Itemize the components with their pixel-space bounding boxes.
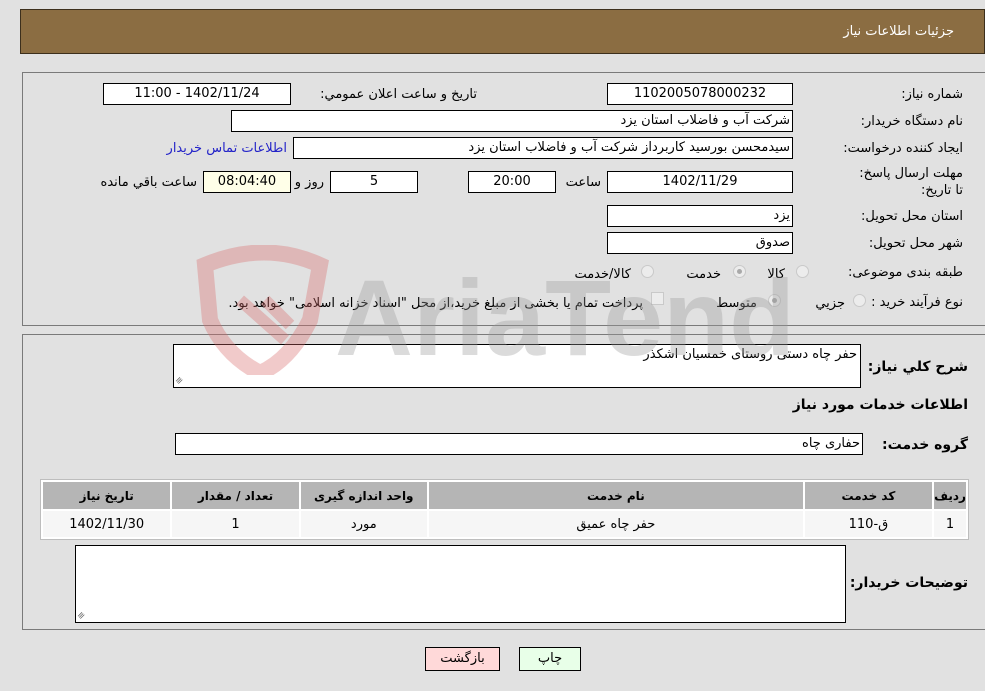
cell-need-date: 1402/11/30 <box>43 511 171 537</box>
delivery-province-label: استان محل تحویل: <box>861 209 963 224</box>
treasury-checkbox[interactable] <box>651 292 664 305</box>
category-radio-service[interactable] <box>733 265 746 278</box>
remaining-time-label: ساعت باقي مانده <box>100 175 197 190</box>
deadline-date-field: 1402/11/29 <box>607 171 793 193</box>
need-number-field: 1102005078000232 <box>607 83 793 105</box>
category-option-service: خدمت <box>686 267 721 282</box>
services-section-title: اطلاعات خدمات مورد نیاز <box>792 397 968 413</box>
summary-text: حفر چاه دستی روستای خمسیان اشکذر <box>643 347 857 362</box>
days-label: روز و <box>294 175 324 190</box>
purchase-type-radio-medium[interactable] <box>768 294 781 307</box>
page-title: جزئیات اطلاعات نیاز <box>843 24 954 39</box>
cell-service-name: حفر چاه عمیق <box>428 511 803 537</box>
service-group-field: حفاری چاه <box>175 433 863 455</box>
summary-textarea[interactable]: حفر چاه دستی روستای خمسیان اشکذر ≡ <box>173 344 861 388</box>
services-panel: شرح کلي نیاز: حفر چاه دستی روستای خمسیان… <box>22 334 985 630</box>
summary-label: شرح کلي نیاز: <box>867 359 968 375</box>
col-row-number: ردیف <box>934 482 966 509</box>
buyer-org-field: شرکت آب و فاضلاب استان یزد <box>231 110 793 132</box>
service-group-label: گروه خدمت: <box>882 437 968 453</box>
resize-grip-icon[interactable]: ≡ <box>174 375 186 387</box>
category-label: طبقه بندی موضوعی: <box>847 265 963 280</box>
col-service-code: کد خدمت <box>804 482 933 509</box>
buyer-notes-textarea[interactable]: ≡ <box>75 545 846 623</box>
col-need-date: تاریخ نیاز <box>43 482 171 509</box>
resize-grip-icon[interactable]: ≡ <box>76 610 88 622</box>
deadline-label: مهلت ارسال پاسخ: تا تاریخ: <box>859 166 963 198</box>
details-panel: شماره نیاز: 1102005078000232 تاریخ و ساع… <box>22 72 985 326</box>
category-option-goods-service: کالا/خدمت <box>574 267 631 282</box>
back-button[interactable]: بازگشت <box>425 647 500 671</box>
treasury-note: پرداخت تمام یا بخشی از مبلغ خرید،از محل … <box>228 296 643 311</box>
need-number-label: شماره نیاز: <box>901 87 963 102</box>
print-button[interactable]: چاپ <box>519 647 581 671</box>
cell-service-code: ق-110 <box>804 511 933 537</box>
purchase-type-option-medium: متوسط <box>716 296 757 311</box>
purchase-type-option-minor: جزيي <box>815 296 845 311</box>
buyer-contact-link[interactable]: اطلاعات تماس خریدار <box>167 141 287 156</box>
page-header: جزئیات اطلاعات نیاز <box>20 9 985 54</box>
category-radio-goods-service[interactable] <box>641 265 654 278</box>
announce-datetime-label: تاریخ و ساعت اعلان عمومي: <box>320 87 477 102</box>
deadline-time-field: 20:00 <box>468 171 556 193</box>
cell-quantity: 1 <box>172 511 299 537</box>
col-service-name: نام خدمت <box>428 482 803 509</box>
purchase-type-label: نوع فرآیند خرید : <box>871 295 963 310</box>
col-unit: واحد اندازه گیری <box>300 482 427 509</box>
remaining-days-field: 5 <box>330 171 418 193</box>
table-header-row: ردیف کد خدمت نام خدمت واحد اندازه گیری ت… <box>43 482 966 509</box>
category-radio-goods[interactable] <box>796 265 809 278</box>
buyer-notes-label: توضیحات خریدار: <box>849 575 968 591</box>
purchase-type-radio-minor[interactable] <box>853 294 866 307</box>
services-table: ردیف کد خدمت نام خدمت واحد اندازه گیری ت… <box>40 479 969 540</box>
requester-label: ایجاد کننده درخواست: <box>843 141 963 156</box>
cell-row-number: 1 <box>934 511 966 537</box>
cell-unit: مورد <box>300 511 427 537</box>
delivery-province-field: یزد <box>607 205 793 227</box>
table-row: 1 ق-110 حفر چاه عمیق مورد 1 1402/11/30 <box>43 511 966 537</box>
deadline-time-label: ساعت <box>565 175 601 190</box>
col-quantity: تعداد / مقدار <box>172 482 299 509</box>
delivery-city-field: صدوق <box>607 232 793 254</box>
category-option-goods: کالا <box>767 267 785 282</box>
delivery-city-label: شهر محل تحویل: <box>868 236 963 251</box>
remaining-time-field: 08:04:40 <box>203 171 291 193</box>
requester-field: سیدمحسن بورسید کاربرداز شرکت آب و فاضلاب… <box>293 137 793 159</box>
announce-datetime-field: 1402/11/24 - 11:00 <box>103 83 291 105</box>
buyer-org-label: نام دستگاه خریدار: <box>860 114 963 129</box>
